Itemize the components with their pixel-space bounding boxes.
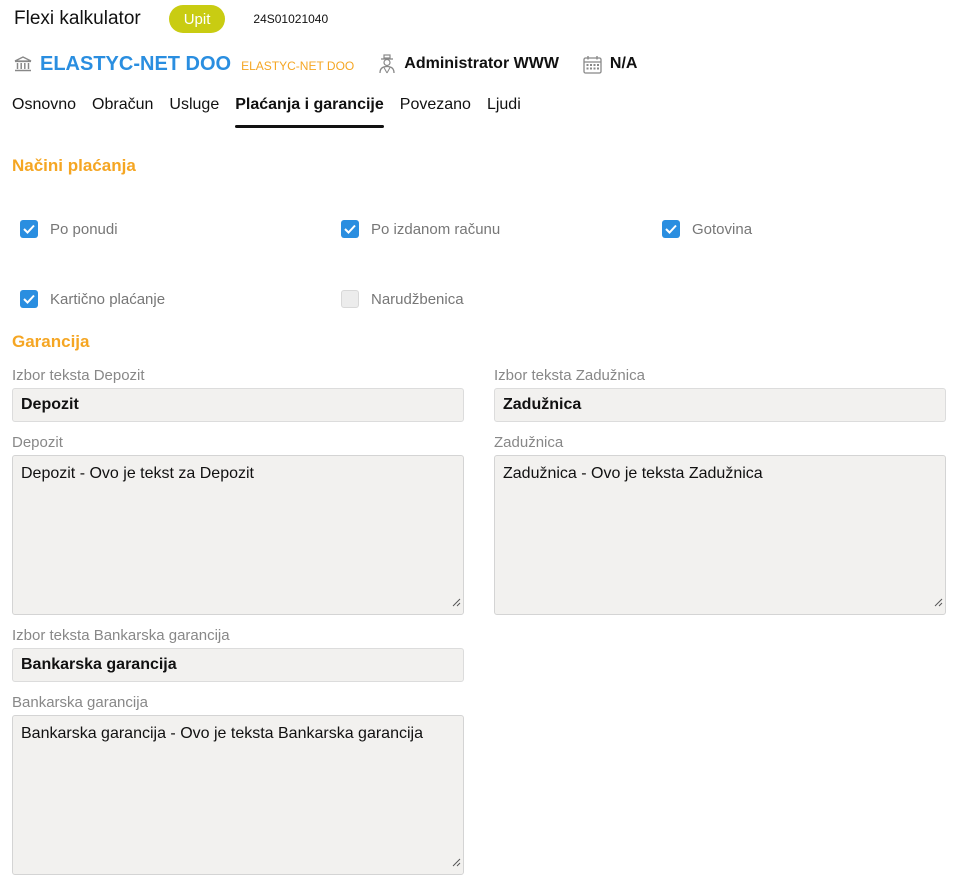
checkbox-label: Narudžbenica	[371, 290, 464, 308]
checkbox-narudzbenica[interactable]: Narudžbenica	[341, 290, 464, 308]
checkbox-karticno-placanje[interactable]: Kartično plaćanje	[20, 290, 165, 308]
tab-povezano[interactable]: Povezano	[400, 96, 471, 128]
checkbox-checked-icon[interactable]	[341, 220, 359, 238]
status-badge: Upit	[168, 5, 226, 33]
tab-osnovno[interactable]: Osnovno	[12, 96, 76, 128]
resize-handle-icon[interactable]	[934, 594, 943, 612]
calendar-icon	[583, 55, 602, 74]
date-value: N/A	[609, 55, 638, 72]
company-subtitle: ELASTYC-NET DOO	[241, 59, 355, 73]
bank-guarantee-text: Bankarska garancija - Ovo je teksta Bank…	[21, 725, 423, 742]
user-info: Administrator WWW	[378, 54, 559, 74]
bank-guarantee-select[interactable]: Bankarska garancija	[12, 648, 464, 682]
checkbox-label: Po izdanom računu	[371, 220, 501, 238]
tab-bar: Osnovno Obračun Usluge Plaćanja i garanc…	[12, 96, 537, 128]
checkbox-po-ponudi[interactable]: Po ponudi	[20, 220, 118, 238]
zaduznica-textarea[interactable]: Zadužnica - Ovo je teksta Zadužnica	[494, 455, 946, 615]
zaduznica-text: Zadužnica - Ovo je teksta Zadužnica	[503, 465, 763, 482]
depozit-text-label: Depozit	[12, 434, 63, 451]
checkbox-unchecked-icon[interactable]	[341, 290, 359, 308]
bank-icon	[14, 55, 32, 73]
zaduznica-text-label: Zadužnica	[494, 434, 564, 451]
bank-text-label: Bankarska garancija	[12, 694, 148, 711]
company-name[interactable]: ELASTYC-NET DOO	[40, 53, 231, 76]
tab-ljudi[interactable]: Ljudi	[487, 96, 521, 128]
tab-obracun[interactable]: Obračun	[92, 96, 153, 128]
checkbox-checked-icon[interactable]	[662, 220, 680, 238]
document-id: 24S01021040	[253, 12, 329, 26]
bank-select-label: Izbor teksta Bankarska garancija	[12, 627, 230, 644]
company-row: ELASTYC-NET DOO ELASTYC-NET DOO Administ…	[14, 50, 637, 78]
checkbox-label: Kartično plaćanje	[50, 290, 166, 308]
depozit-select-label: Izbor teksta Depozit	[12, 367, 145, 384]
depozit-text: Depozit - Ovo je tekst za Depozit	[21, 465, 254, 482]
checkbox-po-izdanom-racunu[interactable]: Po izdanom računu	[341, 220, 500, 238]
zaduznica-select[interactable]: Zadužnica	[494, 388, 946, 422]
guarantee-title: Garancija	[12, 332, 90, 351]
resize-handle-icon[interactable]	[452, 854, 461, 872]
checkbox-gotovina[interactable]: Gotovina	[662, 220, 752, 238]
date-info: N/A	[583, 55, 638, 74]
tab-usluge[interactable]: Usluge	[169, 96, 219, 128]
checkbox-checked-icon[interactable]	[20, 290, 38, 308]
resize-handle-icon[interactable]	[452, 594, 461, 612]
user-icon	[378, 54, 396, 74]
zaduznica-select-label: Izbor teksta Zadužnica	[494, 367, 645, 384]
bank-guarantee-textarea[interactable]: Bankarska garancija - Ovo je teksta Bank…	[12, 715, 464, 875]
app-header: Flexi kalkulator Upit 24S01021040	[14, 5, 328, 33]
user-name: Administrator WWW	[404, 55, 559, 72]
payment-methods-title: Načini plaćanja	[12, 156, 136, 175]
app-title: Flexi kalkulator	[14, 8, 141, 29]
tab-placanja-i-garancije[interactable]: Plaćanja i garancije	[235, 96, 384, 128]
checkbox-checked-icon[interactable]	[20, 220, 38, 238]
depozit-textarea[interactable]: Depozit - Ovo je tekst za Depozit	[12, 455, 464, 615]
depozit-select[interactable]: Depozit	[12, 388, 464, 422]
checkbox-label: Po ponudi	[50, 220, 118, 238]
checkbox-label: Gotovina	[692, 220, 753, 238]
